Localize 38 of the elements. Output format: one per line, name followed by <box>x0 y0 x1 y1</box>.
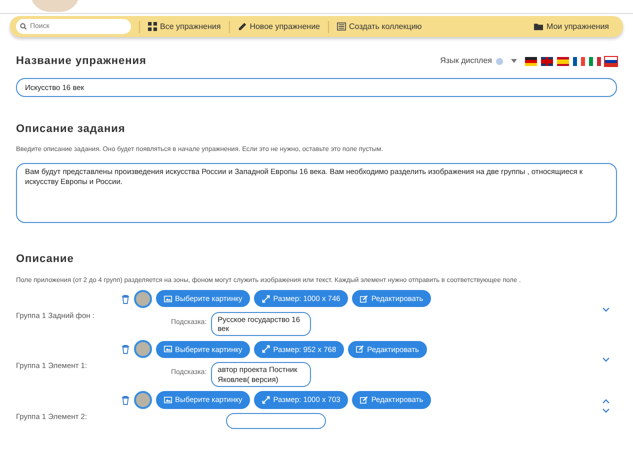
edit-icon <box>360 396 368 404</box>
delete-icon[interactable] <box>121 294 130 304</box>
chevron-down-icon[interactable] <box>602 357 610 362</box>
chevron-down-icon[interactable] <box>602 408 610 414</box>
photo-placeholder <box>134 290 152 308</box>
toolbar-link[interactable]: Новое упражнение <box>228 20 328 32</box>
folder-icon <box>534 22 544 31</box>
resize-icon <box>262 396 270 404</box>
flag-icon[interactable] <box>557 56 569 66</box>
delete-icon[interactable] <box>121 395 130 406</box>
image-icon <box>164 294 172 303</box>
flag-icon[interactable] <box>573 56 585 66</box>
section-heading: Описание задания <box>16 122 126 137</box>
photo-placeholder <box>134 391 152 410</box>
help-icon <box>496 58 503 65</box>
grid-icon <box>148 22 157 31</box>
toolbar-link[interactable]: Все упражнения <box>139 20 229 32</box>
photo-placeholder <box>134 340 152 358</box>
collection-icon <box>336 22 346 31</box>
toolbar-link[interactable]: Создать коллекцию <box>328 20 430 32</box>
pencil-icon <box>238 22 247 31</box>
delete-icon[interactable] <box>121 344 130 354</box>
toolbar-link[interactable]: Мои упражнения <box>526 20 617 32</box>
section-heading: Название упражнения <box>16 54 146 69</box>
resize-icon <box>262 294 270 303</box>
edit-icon <box>356 345 364 354</box>
edit-icon <box>360 294 368 303</box>
language-label: Язык дисплея <box>440 55 492 68</box>
flag-icon[interactable] <box>541 56 553 66</box>
caret-icon <box>511 59 517 64</box>
image-icon <box>164 396 172 404</box>
chevron-up-icon[interactable] <box>602 399 610 404</box>
flag-icon[interactable] <box>525 56 537 66</box>
chevron-down-icon[interactable] <box>602 306 610 312</box>
hint-field[interactable] <box>226 413 326 430</box>
section-heading: Описание <box>16 252 75 268</box>
resize-icon <box>262 345 270 354</box>
image-icon <box>164 345 172 354</box>
